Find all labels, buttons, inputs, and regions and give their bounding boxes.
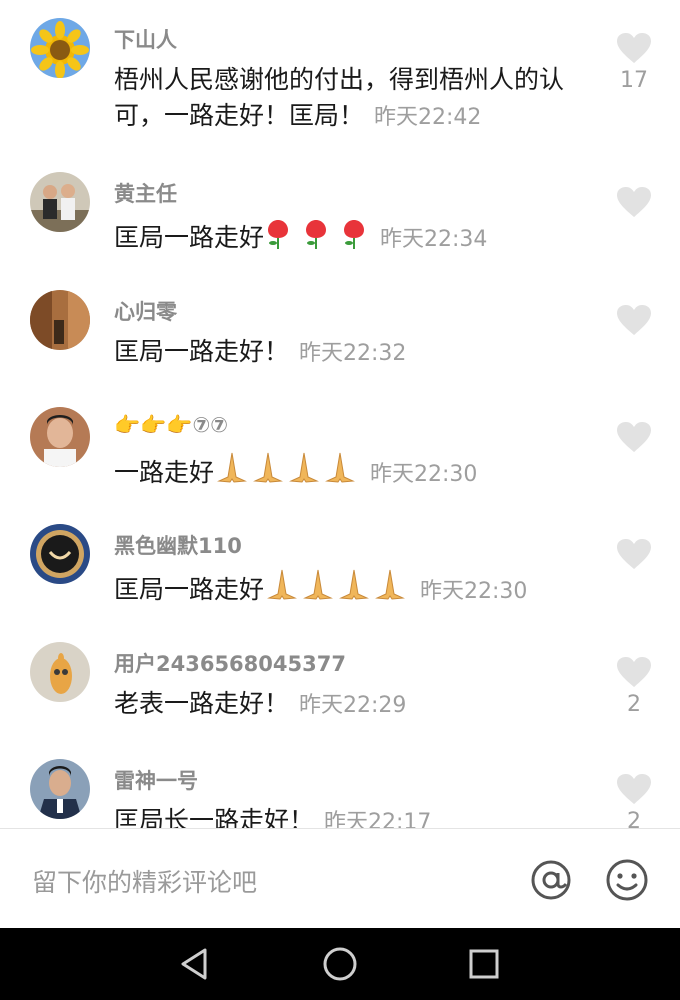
comment-item: 黄主任 匡局一路走好 昨天22:34: [0, 172, 680, 290]
comment-text: 匡局一路走好 昨天22:34: [114, 216, 584, 260]
comment-body: 匡局长一路走好！: [114, 806, 315, 828]
like-button[interactable]: [616, 421, 652, 453]
heart-icon: [617, 33, 651, 63]
comment-item: 用户2436568045377 老表一路走好！ 昨天22:29 2: [0, 642, 680, 760]
heart-icon: [617, 422, 651, 452]
heart-icon: [617, 774, 651, 804]
comment-text: 匡局一路走好！ 昨天22:32: [114, 334, 584, 372]
pray-emoji: [266, 568, 410, 612]
avatar[interactable]: [30, 407, 90, 467]
comment-time: 昨天22:30: [370, 462, 478, 487]
comment-time: 昨天22:34: [380, 227, 488, 252]
comment-list[interactable]: 下山人 梧州人民感谢他的付出，得到梧州人的认可，一路走好！匡局！ 昨天22:42 …: [0, 0, 680, 828]
username[interactable]: 下山人: [114, 24, 177, 54]
username[interactable]: 用户2436568045377: [114, 648, 346, 678]
like-count: 2: [627, 809, 641, 828]
comment-input[interactable]: 留下你的精彩评论吧: [32, 863, 257, 899]
comment-text: 一路走好 昨天22:30: [114, 451, 584, 495]
heart-icon: [617, 539, 651, 569]
avatar[interactable]: [30, 290, 90, 350]
like-button[interactable]: [616, 304, 652, 336]
pray-emoji: [216, 451, 360, 495]
comment-item: 雷神一号 匡局长一路走好！ 昨天22:17 2: [0, 759, 680, 828]
home-circle-icon: [323, 947, 357, 981]
like-button[interactable]: [616, 656, 652, 688]
comment-body: 匡局一路走好: [114, 223, 265, 252]
comment-text: 老表一路走好！ 昨天22:29: [114, 686, 584, 724]
nav-home-button[interactable]: [322, 946, 358, 982]
comment-item: 心归零 匡局一路走好！ 昨天22:32: [0, 290, 680, 408]
comment-time: 昨天22:29: [299, 693, 407, 718]
comment-body: 一路走好: [114, 458, 215, 487]
comment-time: 昨天22:17: [324, 810, 432, 828]
like-button[interactable]: [616, 186, 652, 218]
like-button[interactable]: [616, 32, 652, 64]
comment-time: 昨天22:32: [299, 341, 407, 366]
rose-emoji: [266, 216, 370, 260]
heart-icon: [617, 305, 651, 335]
comment-item: 👉👉👉⑦⑦ 一路走好 昨天22:30: [0, 407, 680, 525]
emoji-icon: [606, 859, 648, 901]
username[interactable]: 黑色幽默110: [114, 530, 242, 560]
avatar[interactable]: [30, 642, 90, 702]
comment-page: 下山人 梧州人民感谢他的付出，得到梧州人的认可，一路走好！匡局！ 昨天22:42 …: [0, 0, 680, 1000]
username[interactable]: 心归零: [114, 296, 177, 326]
recents-square-icon: [469, 949, 499, 979]
comment-time: 昨天22:42: [374, 105, 482, 130]
comment-text: 匡局长一路走好！ 昨天22:17: [114, 803, 584, 828]
comment-body: 老表一路走好！: [114, 689, 290, 718]
avatar[interactable]: [30, 172, 90, 232]
nav-back-button[interactable]: [177, 946, 213, 982]
avatar[interactable]: [30, 18, 90, 78]
back-triangle-icon: [181, 948, 207, 980]
system-nav-bar: [0, 928, 680, 1000]
comment-item: 下山人 梧州人民感谢他的付出，得到梧州人的认可，一路走好！匡局！ 昨天22:42 …: [0, 18, 680, 158]
emoji-button[interactable]: [604, 857, 650, 903]
heart-icon: [617, 657, 651, 687]
comment-time: 昨天22:30: [420, 579, 528, 604]
comment-text: 匡局一路走好 昨天22:30: [114, 568, 584, 612]
like-button[interactable]: [616, 773, 652, 805]
comment-text: 梧州人民感谢他的付出，得到梧州人的认可，一路走好！匡局！ 昨天22:42: [114, 62, 584, 136]
nav-recents-button[interactable]: [466, 946, 502, 982]
username[interactable]: 黄主任: [114, 178, 177, 208]
mention-button[interactable]: [528, 857, 574, 903]
comment-input-bar: 留下你的精彩评论吧: [0, 828, 680, 928]
comment-item: 黑色幽默110 匡局一路走好 昨天22:30: [0, 524, 680, 642]
heart-icon: [617, 187, 651, 217]
comment-body: 梧州人民感谢他的付出，得到梧州人的认可，一路走好！匡局！: [114, 65, 565, 130]
like-button[interactable]: [616, 538, 652, 570]
comment-body: 匡局一路走好！: [114, 337, 290, 366]
avatar[interactable]: [30, 524, 90, 584]
like-count: 2: [627, 692, 641, 717]
comment-body: 匡局一路走好: [114, 575, 265, 604]
like-count: 17: [620, 68, 648, 93]
avatar[interactable]: [30, 759, 90, 819]
username[interactable]: 雷神一号: [114, 765, 198, 795]
at-icon: [531, 860, 571, 900]
username[interactable]: 👉👉👉⑦⑦: [114, 413, 228, 438]
